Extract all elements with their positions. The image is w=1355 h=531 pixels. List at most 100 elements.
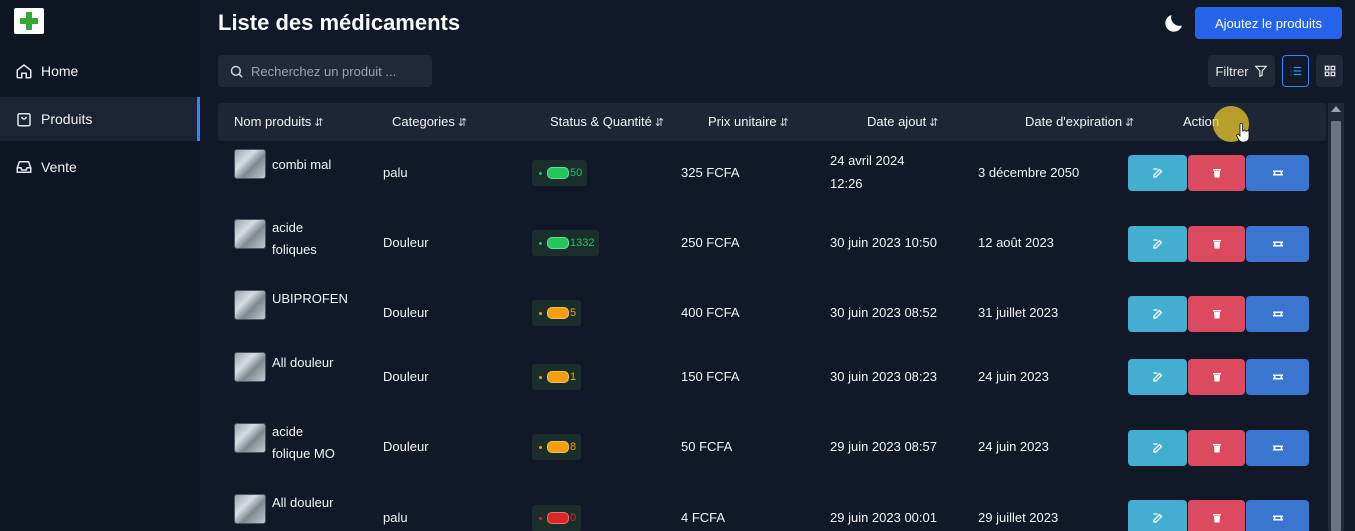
edit-button[interactable] <box>1128 430 1187 466</box>
date-added: 30 juin 2023 08:23 <box>830 369 937 384</box>
sell-button[interactable] <box>1246 155 1309 191</box>
sidebar-item-label: Produits <box>41 111 93 127</box>
status-badge: 8 <box>532 434 582 460</box>
status-indicator <box>547 441 569 453</box>
column-header-category[interactable]: Categories ⇵ <box>392 114 467 129</box>
sell-button[interactable] <box>1246 359 1309 395</box>
unit-price: 325 FCFA <box>681 165 740 180</box>
edit-icon <box>1152 168 1162 178</box>
column-label: Nom produits <box>234 114 312 129</box>
edit-button[interactable] <box>1128 226 1187 262</box>
quantity-value: 5 <box>570 307 577 319</box>
edit-icon <box>1152 513 1162 523</box>
product-category: Douleur <box>383 369 429 384</box>
sort-icon[interactable]: ⇵ <box>314 117 323 129</box>
column-header-date-added[interactable]: Date ajout ⇵ <box>867 114 938 129</box>
date-added: 29 juin 2023 00:01 <box>830 510 937 525</box>
delete-button[interactable] <box>1188 359 1245 395</box>
sidebar-item-label: Home <box>41 63 79 79</box>
sell-button[interactable] <box>1246 430 1309 466</box>
date-added: 29 juin 2023 08:57 <box>830 439 937 454</box>
sell-button[interactable] <box>1246 226 1309 262</box>
status-badge: 5 <box>532 300 582 326</box>
sort-icon[interactable]: ⇵ <box>780 117 789 129</box>
product-name: acide <box>272 220 304 235</box>
sort-icon[interactable]: ⇵ <box>1125 117 1134 129</box>
page-title: Liste des médicaments <box>218 10 461 35</box>
product-name: All douleur <box>272 355 334 370</box>
sidebar-item-home[interactable]: Home <box>0 49 200 93</box>
product-thumbnail <box>234 494 266 524</box>
status-indicator <box>547 371 569 383</box>
column-label: Status & Quantité <box>550 114 652 129</box>
product-category: Douleur <box>383 439 429 454</box>
status-indicator <box>547 307 569 319</box>
column-header-expiry[interactable]: Date d'expiration ⇵ <box>1025 114 1134 129</box>
filter-button[interactable]: Filtrer <box>1208 55 1275 87</box>
product-category: palu <box>383 510 408 525</box>
scrollbar[interactable] <box>1328 103 1344 531</box>
trash-icon <box>1212 240 1221 249</box>
sort-icon[interactable]: ⇵ <box>929 117 938 129</box>
delete-button[interactable] <box>1188 226 1245 262</box>
column-header-name[interactable]: Nom produits ⇵ <box>234 114 324 129</box>
trash-icon <box>1212 444 1221 453</box>
trash-icon <box>1212 310 1221 319</box>
pharmacy-logo[interactable] <box>14 8 44 34</box>
status-dot <box>539 445 542 449</box>
delete-button[interactable] <box>1188 500 1245 531</box>
sell-button[interactable] <box>1246 296 1309 332</box>
trash-icon <box>1212 373 1221 382</box>
delete-button[interactable] <box>1188 296 1245 332</box>
edit-icon <box>1152 239 1162 249</box>
list-view-button[interactable] <box>1282 55 1309 87</box>
product-name: All douleur <box>272 495 334 510</box>
sidebar-item-produits[interactable]: Produits <box>0 97 200 141</box>
edit-button[interactable] <box>1128 296 1187 332</box>
search-icon <box>230 65 243 78</box>
expiry-date: 29 juillet 2023 <box>978 510 1059 525</box>
edit-button[interactable] <box>1128 359 1187 395</box>
quantity-value: 1332 <box>570 237 595 249</box>
grid-view-button[interactable] <box>1316 55 1343 87</box>
moon-icon[interactable] <box>1162 11 1186 35</box>
unit-price: 250 FCFA <box>681 235 740 250</box>
search-input[interactable] <box>251 63 426 79</box>
sell-button[interactable] <box>1246 500 1309 531</box>
scrollbar-thumb[interactable] <box>1331 121 1341 531</box>
home-icon <box>16 64 32 79</box>
column-header-price[interactable]: Prix unitaire ⇵ <box>708 114 789 129</box>
cross-icon <box>19 11 39 31</box>
status-badge: 1 <box>532 364 582 390</box>
status-indicator <box>547 512 569 524</box>
list-icon <box>1290 66 1301 76</box>
product-name-line2: foliques <box>272 242 317 257</box>
sort-icon[interactable]: ⇵ <box>655 117 664 129</box>
edit-button[interactable] <box>1128 155 1187 191</box>
sort-icon[interactable]: ⇵ <box>458 117 467 129</box>
status-badge: 1332 <box>532 230 600 256</box>
unit-price: 50 FCFA <box>681 439 733 454</box>
product-thumbnail <box>234 423 266 453</box>
status-indicator <box>547 237 569 249</box>
expiry-date: 24 juin 2023 <box>978 369 1049 384</box>
product-category: palu <box>383 165 408 180</box>
delete-button[interactable] <box>1188 155 1245 191</box>
edit-button[interactable] <box>1128 500 1187 531</box>
status-dot <box>539 516 542 520</box>
sidebar-item-vente[interactable]: Vente <box>0 145 200 189</box>
product-thumbnail <box>234 149 266 179</box>
expiry-date: 3 décembre 2050 <box>978 165 1080 180</box>
edit-icon <box>1152 443 1162 453</box>
funnel-icon <box>1254 65 1268 78</box>
scroll-up-icon[interactable] <box>1331 106 1341 112</box>
date-added: 30 juin 2023 10:50 <box>830 235 937 250</box>
search-box[interactable] <box>218 55 432 87</box>
column-label: Date d'expiration <box>1025 114 1123 129</box>
column-header-status[interactable]: Status & Quantité ⇵ <box>550 114 664 129</box>
product-thumbnail <box>234 290 266 320</box>
delete-button[interactable] <box>1188 430 1245 466</box>
status-badge: 0 <box>532 505 582 531</box>
add-product-button[interactable]: Ajoutez le produits <box>1195 7 1342 39</box>
unit-price: 150 FCFA <box>681 369 740 384</box>
